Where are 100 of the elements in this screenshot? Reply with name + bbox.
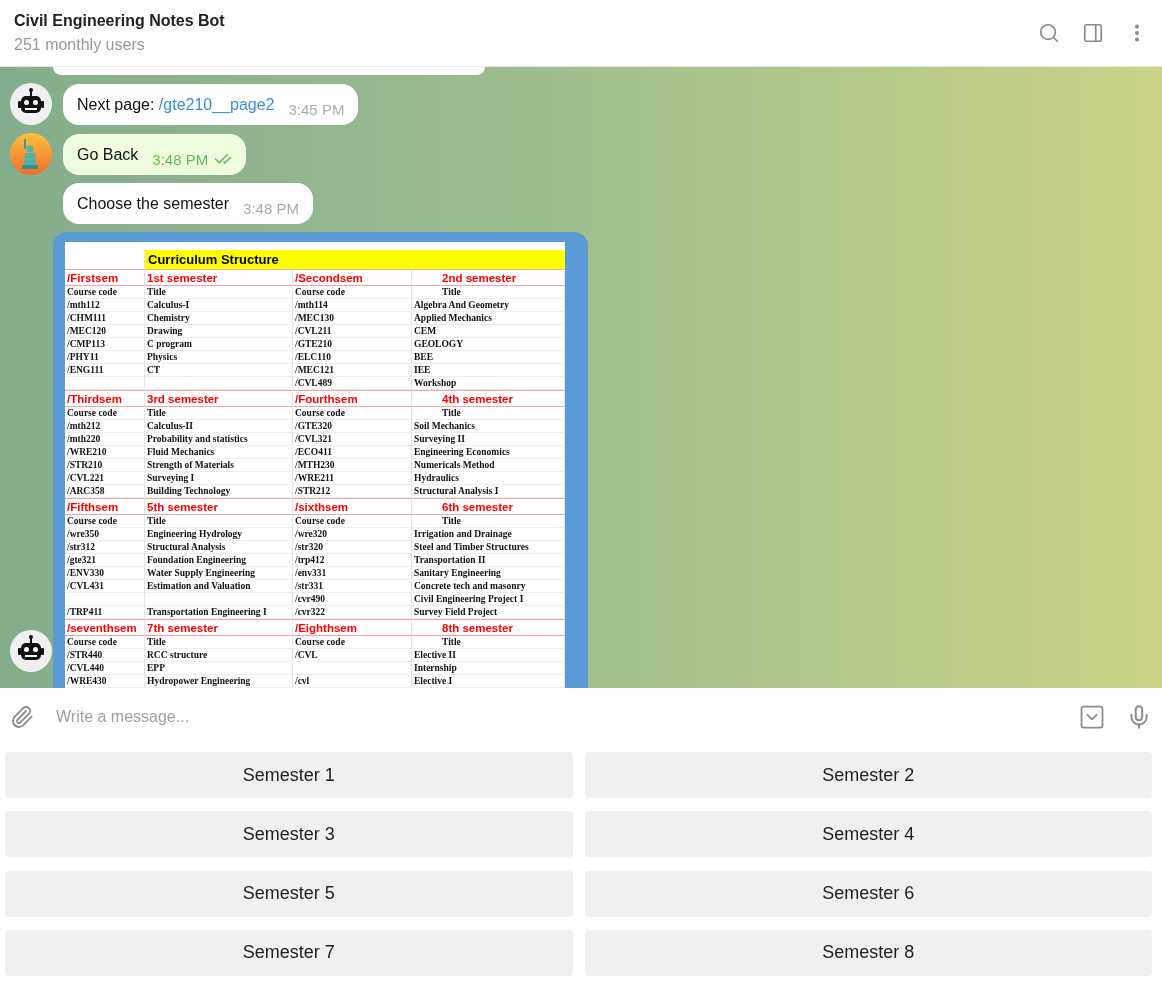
table-cell: Building Technology (145, 485, 293, 498)
table-cell: 3rd semester (145, 390, 293, 407)
table-cell: /CVL489 (293, 377, 412, 390)
table-cell: Course code (65, 636, 145, 649)
table-cell: Civil Engineering Project I (412, 593, 565, 606)
table-cell: GEOLOGY (412, 338, 565, 351)
table-cell: /STR210 (65, 459, 145, 472)
table-cell: /gte321 (65, 554, 145, 567)
table-cell: Chemistry (145, 312, 293, 325)
table-cell: /Firstsem (65, 269, 145, 286)
table-cell: /Fifthsem (65, 498, 145, 515)
table-cell: Course code (293, 636, 412, 649)
keyboard-button[interactable]: Semester 3 (5, 811, 573, 858)
table-cell: Structural Analysis I (412, 485, 565, 498)
table-cell: /WRE210 (65, 446, 145, 459)
table-cell: Workshop (412, 377, 565, 390)
sheet-title: Curriculum Structure (145, 250, 565, 269)
table-cell: /GTE320 (293, 420, 412, 433)
table-cell: Strength of Materials (145, 459, 293, 472)
table-cell: Course code (293, 407, 412, 420)
table-cell: Surveying I (145, 472, 293, 485)
table-cell: /GTE210 (293, 338, 412, 351)
table-cell: /Thirdsem (65, 390, 145, 407)
table-cell: /mth112 (65, 299, 145, 312)
table-cell: Title (412, 407, 565, 420)
table-cell: Engineering Economics (412, 446, 565, 459)
table-cell: Course code (293, 515, 412, 528)
table-cell: /cvr322 (293, 606, 412, 619)
table-cell: Elective II (412, 649, 565, 662)
table-cell: /CMP113 (65, 338, 145, 351)
table-cell: /str331 (293, 580, 412, 593)
table-cell: /Eighthsem (293, 619, 412, 636)
table-cell: /CVL (293, 649, 412, 662)
table-cell: Algebra And Geometry (412, 299, 565, 312)
table-cell: Calculus-II (145, 420, 293, 433)
table-cell: /sixthsem (293, 498, 412, 515)
table-cell: Title (145, 515, 293, 528)
table-cell: Engineering Hydrology (145, 528, 293, 541)
keyboard-button[interactable]: Semester 7 (5, 929, 573, 976)
table-cell: /CVL440 (65, 662, 145, 675)
table-cell: IEE (412, 364, 565, 377)
table-cell: Title (412, 286, 565, 299)
message-time: 3:48 PM (243, 200, 299, 217)
table-cell: /Fourthsem (293, 390, 412, 407)
table-cell: /mth114 (293, 299, 412, 312)
table-cell: /STR212 (293, 485, 412, 498)
table-cell: /mth220 (65, 433, 145, 446)
table-cell: /wre350 (65, 528, 145, 541)
table-cell: Estimation and Valuation (145, 580, 293, 593)
sidebar-panel-icon[interactable] (1082, 22, 1104, 44)
table-cell: /ELC110 (293, 351, 412, 364)
table-cell: Probability and statistics (145, 433, 293, 446)
table-cell: Sanitary Engineering (412, 567, 565, 580)
table-cell: /TRP411 (65, 606, 145, 619)
table-cell: Foundation Engineering (145, 554, 293, 567)
table-cell: /PHY11 (65, 351, 145, 364)
keyboard-button[interactable]: Semester 2 (584, 752, 1152, 798)
keyboard-button[interactable]: Semester 5 (5, 870, 573, 917)
table-cell: Surveying II (412, 433, 565, 446)
table-cell: Course code (65, 286, 145, 299)
table-cell: Title (412, 515, 565, 528)
table-cell: Course code (65, 515, 145, 528)
table-cell: Internship (412, 662, 565, 675)
table-cell: Water Supply Engineering (145, 567, 293, 580)
table-cell: /CVL431 (65, 580, 145, 593)
search-icon[interactable] (1038, 22, 1060, 44)
keyboard-button[interactable]: Semester 6 (584, 870, 1152, 917)
keyboard-button[interactable]: Semester 8 (584, 929, 1152, 976)
table-cell: Concrete tech and masonry (412, 580, 565, 593)
keyboard-button[interactable]: Semester 1 (5, 752, 573, 798)
table-cell: Drawing (145, 325, 293, 338)
table-cell: /CHM111 (65, 312, 145, 325)
table-cell: Numericals Method (412, 459, 565, 472)
keyboard-button[interactable]: Semester 4 (584, 811, 1152, 858)
table-cell: /WRE211 (293, 472, 412, 485)
table-cell: CT (145, 364, 293, 377)
table-cell: /wre320 (293, 528, 412, 541)
command-link[interactable]: /gte210__page2 (158, 96, 275, 113)
table-cell: Hydraulics (412, 472, 565, 485)
message-text: Go Back (77, 145, 139, 165)
attach-icon[interactable] (10, 704, 34, 729)
table-cell: Title (145, 636, 293, 649)
chat-subtitle: 251 monthly users (14, 36, 146, 54)
table-cell: 1st semester (145, 269, 293, 286)
table-cell: /env331 (293, 567, 412, 580)
table-cell: 7th semester (145, 619, 293, 636)
message-time: 3:45 PM (288, 101, 345, 118)
table-cell: Soil Mechanics (412, 420, 565, 433)
table-cell: 5th semester (145, 498, 293, 515)
table-cell: /ENV330 (65, 567, 145, 580)
chat-title: Civil Engineering Notes Bot (14, 12, 225, 30)
message-text: Next page: /gte210__page2 (77, 95, 275, 115)
table-cell: /MTH230 (293, 459, 412, 472)
table-cell: Title (145, 286, 293, 299)
table-cell: Transportation Engineering I (145, 606, 293, 619)
table-cell: CEM (412, 325, 565, 338)
table-cell: /CVL211 (293, 325, 412, 338)
table-cell: Title (145, 407, 293, 420)
table-cell: Course code (65, 407, 145, 420)
table-cell: EPP (145, 662, 293, 675)
